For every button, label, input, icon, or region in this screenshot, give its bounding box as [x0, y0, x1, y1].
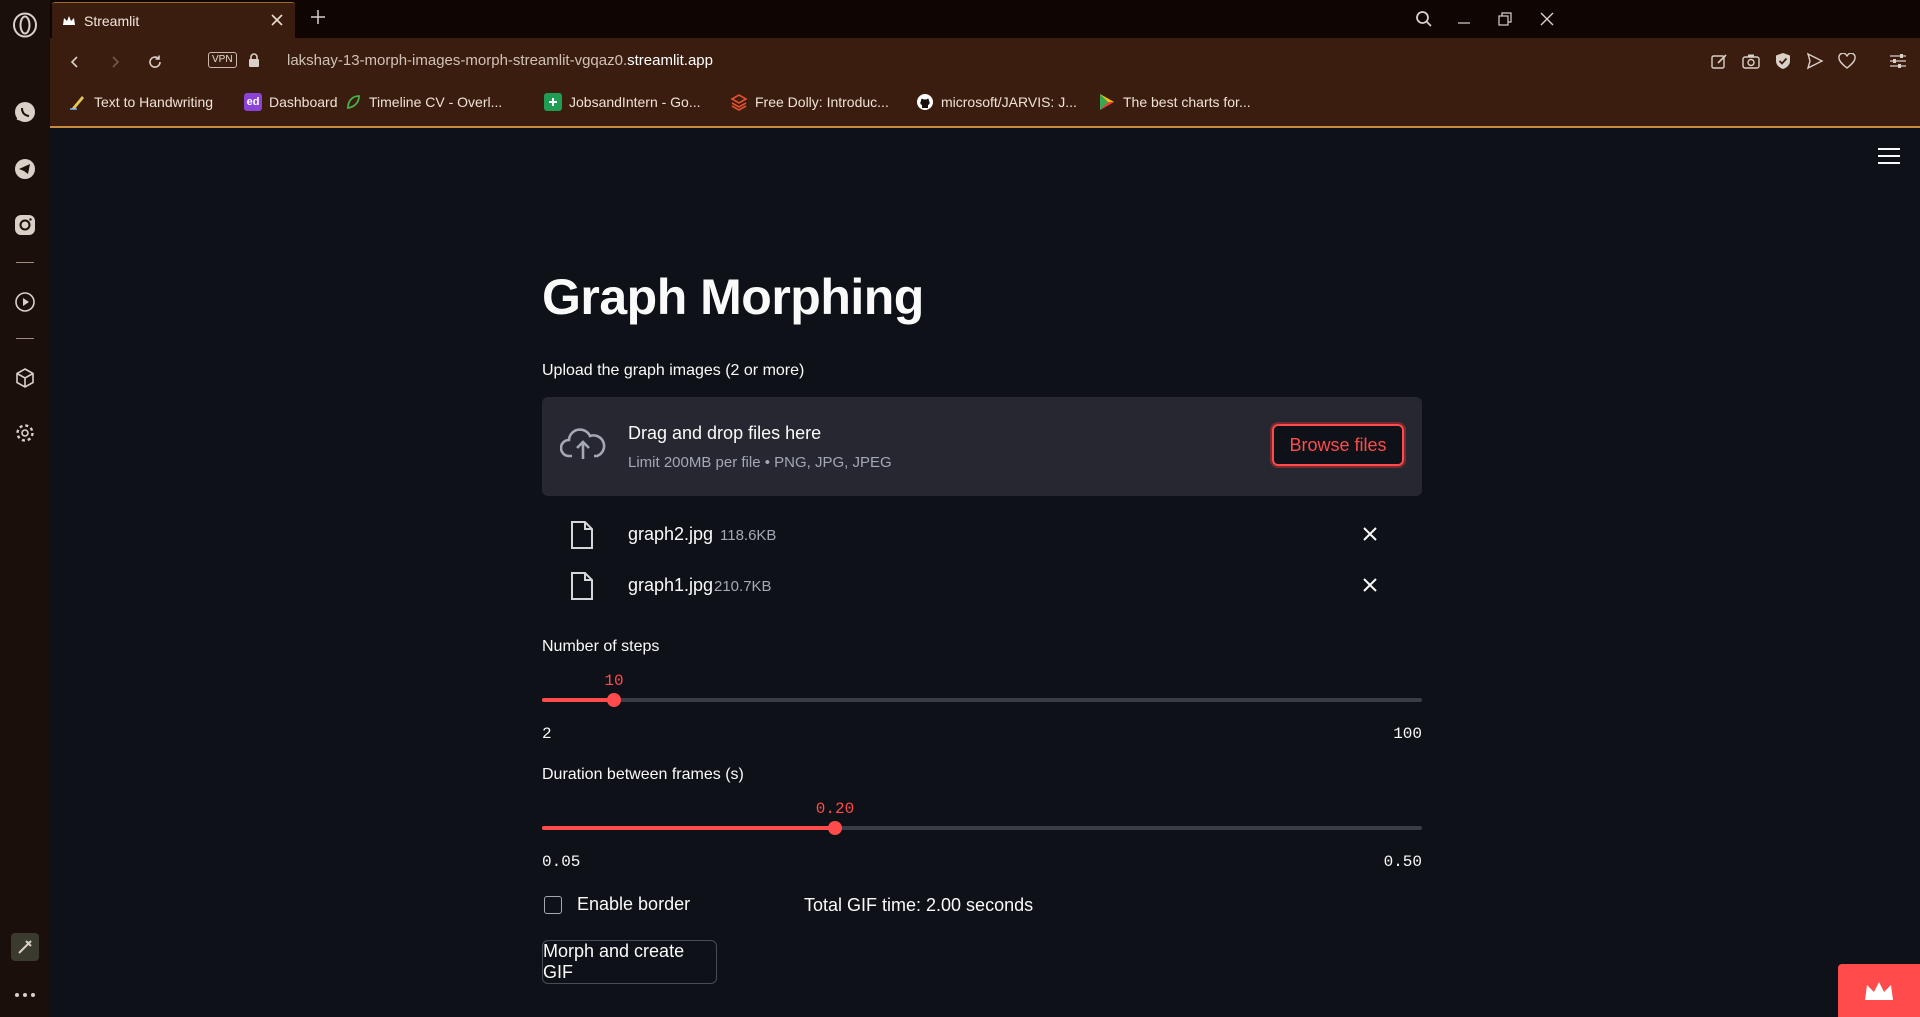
minimize-window-icon[interactable] — [1452, 7, 1476, 31]
bookmark-free-dolly[interactable]: Free Dolly: Introduc... — [730, 90, 889, 114]
bookmarks-bar: Text to Handwriting ed Dashboard Timelin… — [50, 88, 1550, 118]
camera-icon[interactable] — [1741, 51, 1761, 71]
streamlit-crown-badge-icon[interactable] — [1838, 964, 1920, 1017]
bookmark-text-to-handwriting[interactable]: Text to Handwriting — [69, 90, 213, 114]
send-arrow-icon[interactable] — [1805, 51, 1825, 71]
main-menu-hamburger-icon[interactable] — [1878, 148, 1900, 166]
slider-thumb[interactable] — [828, 821, 842, 835]
slider-value: 10 — [604, 672, 624, 690]
sidebar-divider — [16, 338, 34, 339]
steps-slider-label: Number of steps — [542, 638, 660, 655]
uploaded-file-row: graph2.jpg 118.6KB — [542, 512, 1422, 556]
close-tab-icon[interactable] — [269, 12, 285, 28]
snapshot-edit-icon[interactable] — [1709, 51, 1729, 71]
heart-bookmark-icon[interactable] — [1837, 51, 1857, 71]
slider-track[interactable] — [542, 698, 1422, 702]
total-gif-time: Total GIF time: 2.00 seconds — [804, 895, 1034, 915]
vpn-badge[interactable]: VPN — [208, 52, 237, 68]
back-arrow-icon[interactable] — [62, 49, 88, 75]
lock-icon[interactable] — [247, 52, 261, 68]
more-dots-icon[interactable] — [10, 980, 40, 1010]
browse-files-button[interactable]: Browse files — [1270, 422, 1406, 468]
enable-border-checkbox[interactable] — [544, 896, 562, 914]
pinboard-icon[interactable] — [11, 933, 39, 961]
bookmark-best-charts[interactable]: The best charts for... — [1098, 90, 1251, 114]
forward-arrow-icon[interactable] — [102, 49, 128, 75]
databricks-icon — [730, 93, 748, 111]
remove-file-icon[interactable] — [1360, 524, 1380, 544]
streamlit-crown-icon — [63, 16, 75, 25]
close-window-icon[interactable] — [1535, 7, 1559, 31]
whatsapp-icon[interactable] — [10, 97, 40, 127]
enable-border-label[interactable]: Enable border — [577, 894, 690, 915]
file-size: 210.7KB — [714, 578, 772, 595]
opera-logo-icon[interactable] — [10, 10, 40, 40]
steps-slider[interactable]: 10 2 100 — [542, 656, 1422, 743]
slider-min: 2 — [542, 725, 552, 743]
cloud-upload-icon — [560, 428, 606, 459]
github-icon — [916, 93, 934, 111]
url-field[interactable]: lakshay-13-morph-images-morph-streamlit-… — [287, 52, 713, 69]
slider-max: 100 — [1393, 725, 1422, 743]
easy-setup-sliders-icon[interactable] — [1888, 51, 1908, 71]
bookmark-jobsandintern[interactable]: JobsandIntern - Go... — [544, 90, 701, 114]
slider-max: 0.50 — [1383, 853, 1422, 871]
file-dropzone[interactable]: Drag and drop files here Limit 200MB per… — [542, 397, 1422, 496]
file-icon — [571, 521, 593, 549]
restore-window-icon[interactable] — [1493, 7, 1517, 31]
page-title: Graph Morphing — [542, 269, 924, 325]
reload-icon[interactable] — [142, 49, 168, 75]
tab-title: Streamlit — [84, 13, 140, 29]
file-name: graph2.jpg — [628, 524, 714, 544]
slider-fill — [542, 698, 614, 702]
pen-icon — [69, 93, 87, 111]
telegram-icon[interactable] — [10, 154, 40, 184]
browser-sidebar — [0, 0, 51, 1017]
extensions-cube-icon[interactable] — [10, 363, 40, 393]
uploaded-file-row: graph1.jpg 210.7KB — [542, 563, 1422, 607]
uploader-label: Upload the graph images (2 or more) — [542, 362, 805, 379]
settings-gear-icon[interactable] — [10, 418, 40, 448]
address-bar: VPN lakshay-13-morph-images-morph-stream… — [50, 38, 1920, 128]
sidebar-divider — [16, 262, 34, 263]
file-icon — [571, 572, 593, 600]
file-size: 118.6KB — [720, 527, 777, 544]
slider-min: 0.05 — [542, 853, 581, 871]
slider-thumb[interactable] — [607, 693, 621, 707]
new-tab-plus-icon[interactable] — [308, 7, 328, 27]
file-name: graph1.jpg — [628, 575, 714, 595]
play-store-icon — [1098, 93, 1116, 111]
remove-file-icon[interactable] — [1360, 575, 1380, 595]
player-icon[interactable] — [10, 287, 40, 317]
duration-slider[interactable]: 0.20 0.05 0.50 — [542, 784, 1422, 871]
search-tabs-icon[interactable] — [1412, 7, 1436, 31]
bookmark-dashboard[interactable]: ed Dashboard — [244, 90, 338, 114]
ed-icon: ed — [244, 93, 262, 111]
bookmark-microsoft-jarvis[interactable]: microsoft/JARVIS: J... — [916, 90, 1077, 114]
slider-value: 0.20 — [815, 800, 855, 818]
slider-fill — [542, 826, 835, 830]
dropzone-limits: Limit 200MB per file • PNG, JPG, JPEG — [628, 454, 892, 471]
adblock-shield-icon[interactable] — [1773, 51, 1793, 71]
streamlit-app: Graph Morphing Upload the graph images (… — [50, 128, 1920, 1017]
morph-create-gif-button[interactable]: Morph and create GIF — [542, 940, 717, 984]
sheets-icon — [544, 93, 562, 111]
bookmark-timeline-cv[interactable]: Timeline CV - Overl... — [344, 90, 502, 114]
instagram-icon[interactable] — [10, 210, 40, 240]
duration-slider-label: Duration between frames (s) — [542, 766, 744, 783]
tab-streamlit[interactable]: Streamlit — [52, 2, 295, 38]
leaf-icon — [344, 93, 362, 111]
dropzone-instructions: Drag and drop files here — [628, 423, 822, 443]
tab-bar: Streamlit — [50, 0, 1920, 38]
